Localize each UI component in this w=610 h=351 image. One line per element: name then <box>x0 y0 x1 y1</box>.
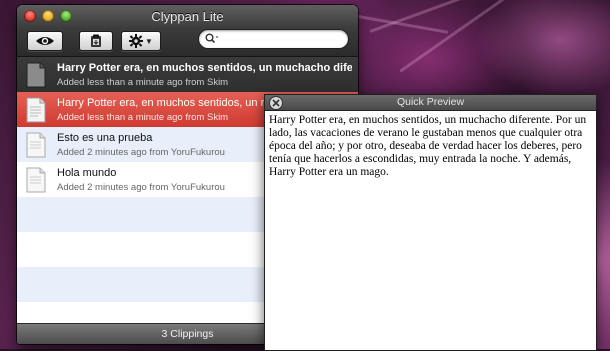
quick-preview-text: Harry Potter era, en muchos sentidos, un… <box>269 114 587 178</box>
window-title: Clyppan Lite <box>151 9 224 24</box>
quick-preview-title: Quick Preview <box>396 96 465 108</box>
close-icon <box>272 99 280 107</box>
clipping-item[interactable]: Harry Potter era, en muchos sentidos, un… <box>17 57 358 92</box>
document-icon <box>26 97 46 123</box>
paste-icon <box>91 34 101 47</box>
quick-preview-button[interactable] <box>27 31 63 51</box>
quick-preview-panel: Quick Preview Harry Potter era, en mucho… <box>264 94 597 351</box>
action-menu-button[interactable]: ▼ <box>121 31 161 51</box>
clipping-subtitle: Added less than a minute ago from Skim <box>57 77 229 88</box>
paste-button[interactable] <box>79 31 113 51</box>
eye-icon <box>36 37 54 45</box>
document-icon <box>26 167 46 193</box>
clipping-subtitle: Added less than a minute ago from Skim <box>57 112 229 123</box>
title-bar: Clyppan Lite ▼ <box>17 5 358 57</box>
document-icon <box>26 62 46 88</box>
search-field[interactable] <box>198 29 349 49</box>
chevron-down-icon: ▼ <box>145 36 153 46</box>
close-preview-button[interactable] <box>269 96 283 110</box>
search-input[interactable] <box>221 31 341 45</box>
document-icon <box>26 132 46 158</box>
clipping-subtitle: Added 2 minutes ago from YoruFukurou <box>57 147 225 158</box>
gear-icon <box>129 34 144 48</box>
clipping-subtitle: Added 2 minutes ago from YoruFukurou <box>57 182 225 193</box>
quick-preview-title-bar: Quick Preview <box>265 95 596 111</box>
search-icon <box>205 33 219 44</box>
clipping-title: Harry Potter era, en muchos sentidos, un… <box>57 62 352 74</box>
